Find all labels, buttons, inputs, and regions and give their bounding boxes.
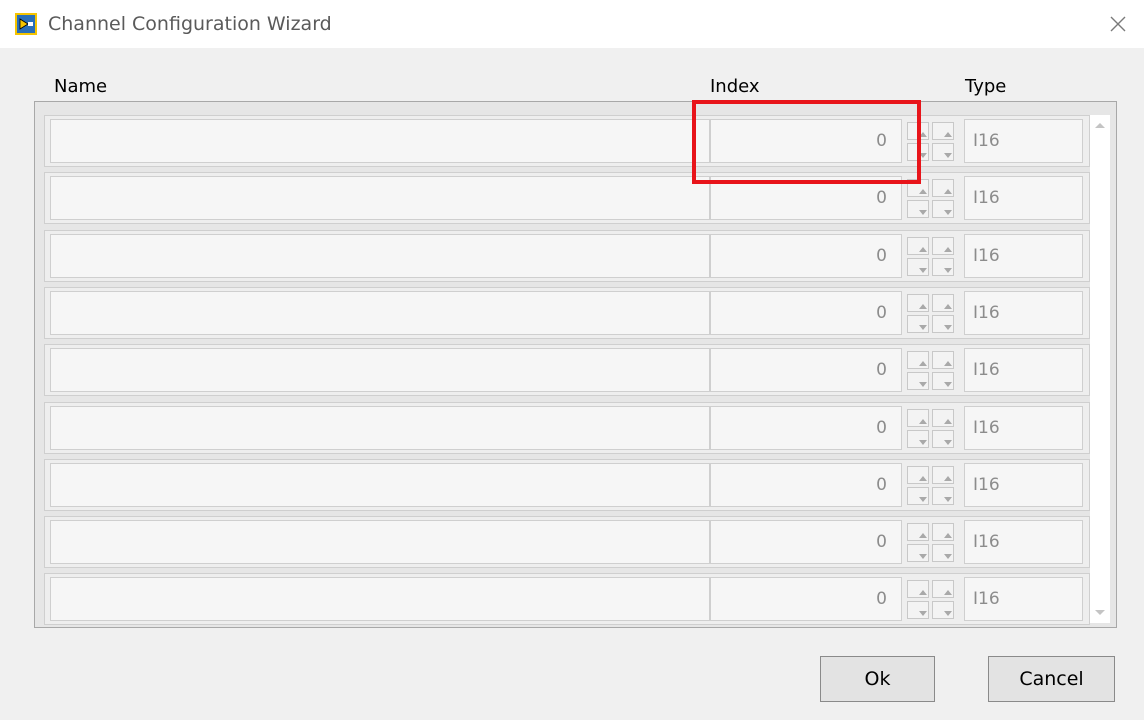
vertical-scrollbar[interactable] (1090, 115, 1110, 623)
channel-type-field[interactable]: I16 (964, 291, 1083, 335)
increment-button[interactable] (907, 466, 929, 484)
increment-button[interactable] (932, 580, 954, 598)
channel-index-field[interactable]: 0 (710, 577, 902, 621)
decrement-button[interactable] (907, 601, 929, 619)
decrement-button[interactable] (907, 372, 929, 390)
increment-button[interactable] (907, 122, 929, 140)
labview-icon (15, 13, 37, 35)
decrement-button[interactable] (907, 544, 929, 562)
channel-type-field[interactable]: I16 (964, 463, 1083, 507)
decrement-button[interactable] (907, 487, 929, 505)
decrement-button[interactable] (907, 430, 929, 448)
decrement-button[interactable] (907, 143, 929, 161)
table-row: 0 I16 (44, 172, 1090, 224)
table-row: 0 I16 (44, 287, 1090, 339)
table-row: 0 I16 (44, 573, 1090, 625)
increment-button[interactable] (932, 237, 954, 255)
scroll-up-arrow-icon[interactable] (1094, 121, 1106, 129)
index-stepper[interactable] (907, 176, 957, 220)
increment-button[interactable] (907, 351, 929, 369)
channel-name-field[interactable] (50, 119, 710, 163)
window-title: Channel Configuration Wizard (48, 13, 332, 35)
title-bar: Channel Configuration Wizard (0, 0, 1144, 48)
table-row: 0 I16 (44, 402, 1090, 454)
index-stepper[interactable] (907, 463, 957, 507)
channel-index-field[interactable]: 0 (710, 406, 902, 450)
decrement-button[interactable] (932, 143, 954, 161)
channel-name-field[interactable] (50, 406, 710, 450)
channel-name-field[interactable] (50, 463, 710, 507)
channel-index-field[interactable]: 0 (710, 234, 902, 278)
increment-button[interactable] (907, 179, 929, 197)
table-row: 0 I16 (44, 115, 1090, 167)
increment-button[interactable] (907, 294, 929, 312)
index-stepper[interactable] (907, 406, 957, 450)
channel-type-field[interactable]: I16 (964, 119, 1083, 163)
channel-type-field[interactable]: I16 (964, 234, 1083, 278)
channel-name-field[interactable] (50, 176, 710, 220)
table-row: 0 I16 (44, 459, 1090, 511)
decrement-button[interactable] (932, 430, 954, 448)
channel-type-field[interactable]: I16 (964, 520, 1083, 564)
cancel-button[interactable]: Cancel (988, 656, 1115, 702)
decrement-button[interactable] (932, 601, 954, 619)
channel-index-field[interactable]: 0 (710, 119, 902, 163)
decrement-button[interactable] (932, 200, 954, 218)
increment-button[interactable] (907, 237, 929, 255)
index-stepper[interactable] (907, 291, 957, 335)
channel-type-field[interactable]: I16 (964, 577, 1083, 621)
increment-button[interactable] (932, 523, 954, 541)
table-row: 0 I16 (44, 516, 1090, 568)
channel-index-field[interactable]: 0 (710, 348, 902, 392)
channel-type-field[interactable]: I16 (964, 176, 1083, 220)
decrement-button[interactable] (932, 315, 954, 333)
close-button[interactable] (1092, 0, 1144, 48)
increment-button[interactable] (932, 351, 954, 369)
increment-button[interactable] (907, 580, 929, 598)
decrement-button[interactable] (907, 200, 929, 218)
decrement-button[interactable] (932, 372, 954, 390)
increment-button[interactable] (932, 466, 954, 484)
increment-button[interactable] (907, 409, 929, 427)
increment-button[interactable] (932, 294, 954, 312)
channel-index-field[interactable]: 0 (710, 520, 902, 564)
decrement-button[interactable] (907, 315, 929, 333)
scroll-down-arrow-icon[interactable] (1094, 609, 1106, 617)
index-stepper[interactable] (907, 520, 957, 564)
channel-name-field[interactable] (50, 348, 710, 392)
close-icon (1110, 16, 1126, 32)
increment-button[interactable] (907, 523, 929, 541)
decrement-button[interactable] (907, 258, 929, 276)
increment-button[interactable] (932, 179, 954, 197)
channel-name-field[interactable] (50, 520, 710, 564)
column-header-type: Type (965, 76, 1007, 97)
decrement-button[interactable] (932, 258, 954, 276)
decrement-button[interactable] (932, 487, 954, 505)
ok-button[interactable]: Ok (820, 656, 935, 702)
channel-index-field[interactable]: 0 (710, 463, 902, 507)
channel-name-field[interactable] (50, 577, 710, 621)
channel-index-field[interactable]: 0 (710, 176, 902, 220)
index-stepper[interactable] (907, 119, 957, 163)
channel-index-field[interactable]: 0 (710, 291, 902, 335)
channel-name-field[interactable] (50, 234, 710, 278)
index-stepper[interactable] (907, 348, 957, 392)
increment-button[interactable] (932, 409, 954, 427)
table-row: 0 I16 (44, 344, 1090, 396)
index-stepper[interactable] (907, 234, 957, 278)
channel-type-field[interactable]: I16 (964, 406, 1083, 450)
decrement-button[interactable] (932, 544, 954, 562)
column-header-index: Index (710, 76, 760, 97)
increment-button[interactable] (932, 122, 954, 140)
table-row: 0 I16 (44, 230, 1090, 282)
column-header-name: Name (54, 76, 108, 97)
channel-name-field[interactable] (50, 291, 710, 335)
index-stepper[interactable] (907, 577, 957, 621)
channel-type-field[interactable]: I16 (964, 348, 1083, 392)
